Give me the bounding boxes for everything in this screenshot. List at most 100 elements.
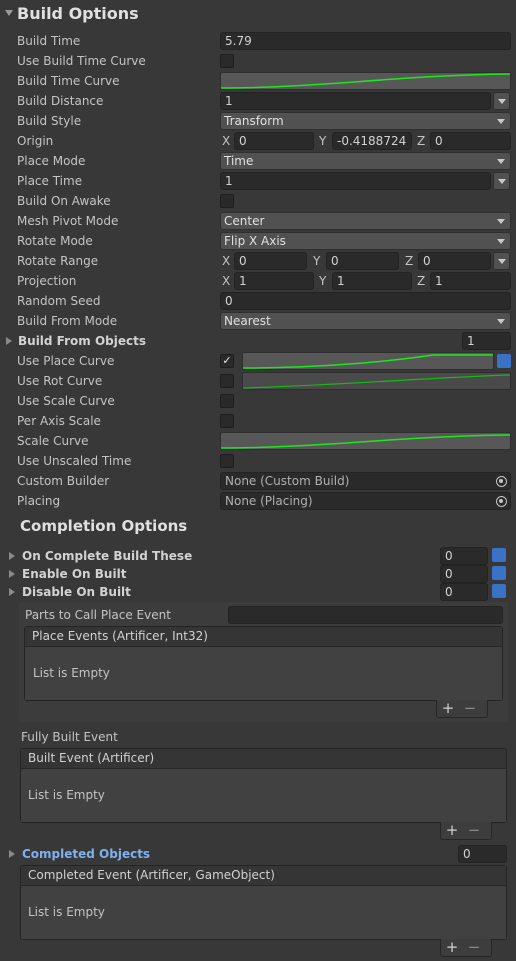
dropdown-arrow-icon bbox=[498, 179, 506, 184]
mesh-pivot-mode-dropdown[interactable]: Center bbox=[220, 212, 511, 230]
origin-y-field[interactable]: -0.4188724 bbox=[332, 132, 412, 150]
completed-event-list: Completed Event (Artificer, GameObject) … bbox=[20, 865, 507, 940]
prefab-icon[interactable] bbox=[492, 548, 506, 562]
object-picker-icon[interactable] bbox=[496, 496, 507, 507]
completed-event-header: Completed Event (Artificer, GameObject) bbox=[21, 866, 506, 886]
use-scale-curve-checkbox[interactable] bbox=[220, 394, 234, 408]
random-seed-field[interactable]: 0 bbox=[220, 292, 511, 310]
rotate-range-dropdown[interactable] bbox=[493, 252, 510, 270]
completed-event-empty: List is Empty bbox=[21, 886, 506, 939]
use-build-time-curve-checkbox[interactable] bbox=[220, 54, 234, 68]
rotate-mode-dropdown[interactable]: Flip X Axis bbox=[220, 232, 511, 250]
completed-objects-size[interactable]: 0 bbox=[458, 845, 507, 863]
built-event-list: Built Event (Artificer) List is Empty bbox=[20, 748, 507, 823]
origin-z-field[interactable]: 0 bbox=[430, 132, 511, 150]
enable-on-built-size[interactable]: 0 bbox=[440, 565, 488, 583]
build-style-label: Build Style bbox=[17, 114, 82, 128]
placing-field[interactable]: None (Placing) bbox=[220, 492, 511, 510]
check-icon: ✓ bbox=[222, 354, 232, 367]
per-axis-scale-checkbox[interactable] bbox=[220, 414, 234, 428]
build-from-mode-value: Nearest bbox=[224, 314, 271, 328]
use-rot-curve-checkbox[interactable] bbox=[220, 374, 234, 388]
plus-icon[interactable]: + bbox=[437, 700, 459, 716]
rotate-range-z-field[interactable]: 0 bbox=[418, 252, 491, 270]
completed-event-footer: + − bbox=[440, 939, 492, 957]
projection-x-field[interactable]: 1 bbox=[234, 272, 314, 290]
prefab-icon[interactable] bbox=[497, 354, 511, 368]
place-curve-field[interactable] bbox=[242, 352, 494, 370]
plus-icon[interactable]: + bbox=[441, 939, 463, 955]
place-time-dropdown[interactable] bbox=[493, 172, 510, 190]
minus-icon[interactable]: − bbox=[463, 939, 485, 955]
built-event-empty: List is Empty bbox=[21, 769, 506, 822]
parts-to-call-place-event-field[interactable] bbox=[228, 606, 503, 624]
use-place-curve-checkbox[interactable]: ✓ bbox=[220, 354, 234, 368]
minus-icon[interactable]: − bbox=[463, 822, 485, 838]
build-time-curve-field[interactable] bbox=[220, 72, 511, 90]
build-from-objects-label[interactable]: Build From Objects bbox=[18, 334, 146, 348]
enable-on-built-label[interactable]: Enable On Built bbox=[22, 567, 126, 581]
projection-y-label: Y bbox=[319, 274, 327, 288]
disable-on-built-size[interactable]: 0 bbox=[440, 583, 488, 601]
origin-z-label: Z bbox=[417, 134, 426, 148]
build-from-objects-size-field[interactable]: 1 bbox=[462, 332, 511, 350]
on-complete-build-these-label[interactable]: On Complete Build These bbox=[22, 549, 192, 563]
curve-graph bbox=[221, 434, 510, 449]
dropdown-arrow-icon bbox=[497, 239, 505, 244]
per-axis-scale-label: Per Axis Scale bbox=[17, 414, 101, 428]
build-distance-dropdown[interactable] bbox=[493, 92, 510, 110]
place-time-label: Place Time bbox=[17, 174, 83, 188]
custom-builder-field[interactable]: None (Custom Build) bbox=[220, 472, 511, 490]
origin-y-label: Y bbox=[319, 134, 327, 148]
place-time-field[interactable]: 1 bbox=[220, 172, 491, 190]
dropdown-arrow-icon bbox=[498, 259, 506, 264]
build-from-mode-label: Build From Mode bbox=[17, 314, 118, 328]
foldout-closed-icon[interactable] bbox=[9, 850, 15, 858]
place-events-empty: List is Empty bbox=[25, 647, 502, 700]
rotate-range-y-field[interactable]: 0 bbox=[326, 252, 399, 270]
dropdown-arrow-icon bbox=[497, 319, 505, 324]
foldout-closed-icon[interactable] bbox=[6, 337, 12, 345]
origin-x-field[interactable]: 0 bbox=[234, 132, 314, 150]
rot-curve-field[interactable] bbox=[242, 372, 511, 390]
build-time-field[interactable]: 5.79 bbox=[220, 32, 511, 50]
section-title: Build Options bbox=[17, 4, 139, 23]
custom-builder-label: Custom Builder bbox=[17, 474, 110, 488]
foldout-open-icon[interactable] bbox=[5, 10, 13, 16]
build-style-value: Transform bbox=[224, 114, 284, 128]
dropdown-arrow-icon bbox=[497, 219, 505, 224]
projection-y-field[interactable]: 1 bbox=[332, 272, 412, 290]
prefab-icon[interactable] bbox=[492, 584, 506, 598]
foldout-closed-icon[interactable] bbox=[9, 552, 15, 560]
prefab-icon[interactable] bbox=[492, 566, 506, 580]
on-complete-build-these-size[interactable]: 0 bbox=[440, 547, 488, 565]
place-mode-dropdown[interactable]: Time bbox=[220, 152, 511, 170]
mesh-pivot-mode-value: Center bbox=[224, 214, 265, 228]
build-on-awake-checkbox[interactable] bbox=[220, 194, 234, 208]
build-on-awake-label: Build On Awake bbox=[17, 194, 111, 208]
rotate-range-y-label: Y bbox=[313, 254, 321, 268]
origin-label: Origin bbox=[17, 134, 54, 148]
plus-icon[interactable]: + bbox=[441, 822, 463, 838]
build-from-mode-dropdown[interactable]: Nearest bbox=[220, 312, 511, 330]
foldout-closed-icon[interactable] bbox=[9, 570, 15, 578]
foldout-closed-icon[interactable] bbox=[9, 588, 15, 596]
use-unscaled-time-checkbox[interactable] bbox=[220, 454, 234, 468]
projection-z-field[interactable]: 1 bbox=[430, 272, 511, 290]
disable-on-built-label[interactable]: Disable On Built bbox=[22, 585, 131, 599]
build-time-label: Build Time bbox=[17, 34, 81, 48]
projection-x-label: X bbox=[222, 274, 231, 288]
object-picker-icon[interactable] bbox=[496, 476, 507, 487]
place-events-list: Place Events (Artificer, Int32) List is … bbox=[24, 626, 503, 701]
build-distance-field[interactable]: 1 bbox=[220, 92, 491, 110]
rotate-range-x-field[interactable]: 0 bbox=[234, 252, 307, 270]
build-style-dropdown[interactable]: Transform bbox=[220, 112, 511, 130]
completed-objects-label[interactable]: Completed Objects bbox=[22, 847, 150, 861]
projection-label: Projection bbox=[17, 274, 77, 288]
mesh-pivot-mode-label: Mesh Pivot Mode bbox=[17, 214, 119, 228]
minus-icon[interactable]: − bbox=[459, 700, 481, 716]
parts-to-call-place-event-label: Parts to Call Place Event bbox=[25, 608, 171, 622]
scale-curve-field[interactable] bbox=[220, 432, 511, 450]
dropdown-arrow-icon bbox=[497, 159, 505, 164]
use-place-curve-label: Use Place Curve bbox=[17, 354, 115, 368]
